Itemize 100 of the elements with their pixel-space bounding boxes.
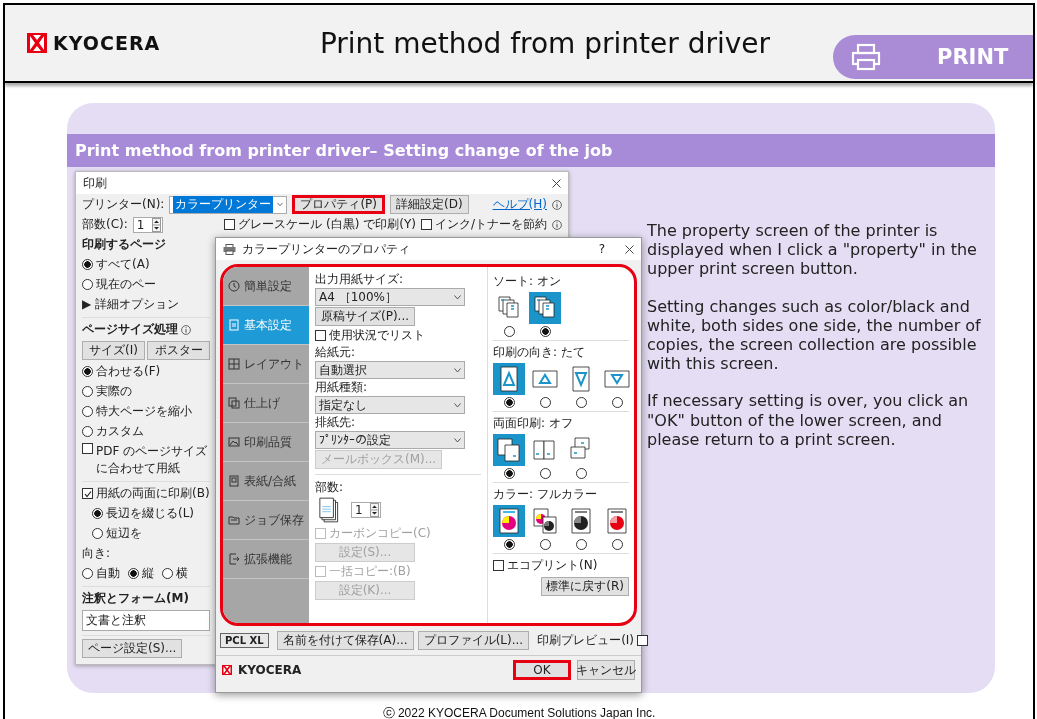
nav-item[interactable]: 拡張機能 [223,540,309,579]
radio-button[interactable]: 特大ページを縮小 [82,403,192,420]
radio-button[interactable]: 横 [162,565,188,582]
description-paragraph: The property screen of the printer is displayed when I click a "property" in the upper print screen button. [647,221,978,279]
nav-item[interactable]: 印刷品質 [223,423,309,462]
page-setup-button[interactable]: ページ設定(S)... [82,639,183,658]
radio-button[interactable] [503,397,515,408]
description-paragraph: If necessary setting is over, you click an "OK" button of the lower screen, and please return to a print screen. [647,391,970,449]
help-button[interactable]: ? [598,242,605,256]
copies-field[interactable]: 1 [132,216,163,233]
image-icon [228,436,240,448]
field-label: 部数(C): [82,216,128,233]
folder-icon [228,514,240,526]
close-icon[interactable] [625,244,634,254]
checkbox[interactable]: 印刷プレビュー(I) [537,632,649,649]
dialog-title: カラープリンターのプロパティ [242,240,410,258]
pdl-badge[interactable]: PCL XL [220,633,269,648]
nav-item[interactable]: 表紙/合紙 [223,462,309,501]
caret-icon [454,402,461,408]
radio-button[interactable] [539,326,551,337]
document-icon [228,319,240,331]
radio-button[interactable] [539,468,551,479]
section-heading: ページサイズ処理 [82,321,178,338]
clock-icon [228,280,240,292]
radio-button[interactable] [611,539,623,550]
printer-icon [223,243,236,255]
mode-button[interactable]: ポスター [147,341,210,360]
radio-button[interactable] [539,397,551,408]
field-label: 部数: [315,479,345,496]
checkbox[interactable]: 使用状況でリスト [315,327,481,344]
checkbox[interactable]: インク/トナーを節約 [420,216,547,233]
radio-button[interactable]: 自動 [82,565,120,582]
dialog-title: 印刷 [83,174,107,192]
help-link[interactable]: ヘルプ(H) [492,196,547,213]
dialog-button[interactable]: プロパティ(P) [292,195,385,214]
nav-item[interactable]: レイアウト [223,345,309,384]
dropdown[interactable]: A4 ［100%］ [315,288,465,306]
page-orientation-icon[interactable] [493,363,525,395]
field-label: 向き: [82,545,112,562]
radio-button[interactable]: 縦 [128,565,154,582]
group-label: カラー: フルカラー [493,486,598,503]
grid-icon [228,358,240,370]
info-icon[interactable] [552,219,562,230]
logo-text: KYOCERA [238,663,302,677]
checkbox[interactable]: エコプリント(N) [493,557,598,574]
radio-button[interactable]: 実際の [82,383,132,400]
checkbox[interactable]: PDF のページサイズに合わせて用紙 [82,443,210,477]
annotations-field[interactable]: 文書と注釈 [82,610,210,631]
color-mode-icon[interactable] [493,505,525,537]
logo-mark-icon [27,33,47,53]
nav-item[interactable]: ジョブ保存 [223,501,309,540]
section-heading: 注釈とフォーム(M) [82,590,190,607]
dialog-button[interactable]: キャンセル [577,660,635,680]
radio-button[interactable]: 長辺を綴じる(L) [92,505,195,522]
check-icon [83,489,92,498]
radio-button[interactable] [503,539,515,550]
radio-button[interactable] [503,468,515,479]
collate-pages-icon[interactable] [529,292,561,324]
caret-icon [277,202,284,207]
dropdown[interactable]: ﾌﾟﾘﾝﾀｰの設定 [315,431,465,449]
field-label: プリンター(N): [82,196,165,213]
radio-button[interactable]: 短辺を [92,525,142,542]
settings-button[interactable]: 原稿サイズ(P)... [315,307,416,326]
info-icon[interactable] [552,199,562,210]
radio-button[interactable]: すべて(A) [82,256,150,273]
profile-button[interactable]: 名前を付けて保存(A)... [276,631,414,650]
printer-dropdown[interactable]: カラープリンター [169,195,288,214]
description-paragraph: Setting changes such as color/black and white, both sides one side, the number of copies, the screen collection are possible with this screen. [647,296,982,374]
mode-button[interactable]: サイズ(I) [82,341,145,360]
radio-button[interactable]: カスタム [82,423,144,440]
close-icon[interactable] [552,178,561,188]
reset-button[interactable]: 標準に戻す(R) [541,577,629,596]
field-label: 用紙種類: [315,379,369,396]
pages-icon [228,397,240,409]
dialog-button[interactable]: 詳細設定(D) [390,195,469,214]
info-icon[interactable] [181,324,191,335]
radio-button[interactable] [539,539,551,550]
profile-button[interactable]: プロファイル(L)... [417,631,530,650]
radio-button[interactable] [611,397,623,408]
nav-item[interactable]: 仕上げ [223,384,309,423]
field-label: 給紙元: [315,344,357,361]
duplex-pages-icon[interactable] [493,434,525,466]
copies-icon [319,497,341,523]
checkbox[interactable]: 用紙の両面に印刷(B) [82,485,210,502]
radio-button[interactable] [575,397,587,408]
stepper-icon[interactable] [151,217,161,232]
dropdown[interactable]: 指定なし [315,396,465,414]
section-title: Print method from printer driver– Setting change of the job [67,134,995,167]
radio-button[interactable] [575,539,587,550]
page-title: Print method from printer driver [319,26,771,60]
radio-button[interactable]: 合わせる(F) [82,363,161,380]
radio-button[interactable] [503,326,515,337]
copies-field[interactable]: 1 [351,502,381,518]
more-options-toggle[interactable]: ▶ 詳細オプション [82,296,210,313]
radio-button[interactable]: 現在のペー [82,276,156,293]
radio-button[interactable] [575,468,587,479]
checkbox[interactable]: グレースケール (白黒) で印刷(Y) [224,216,416,233]
dropdown[interactable]: 自動選択 [315,361,465,379]
dialog-button[interactable]: OK [513,660,571,680]
stepper-icon[interactable] [370,503,379,517]
